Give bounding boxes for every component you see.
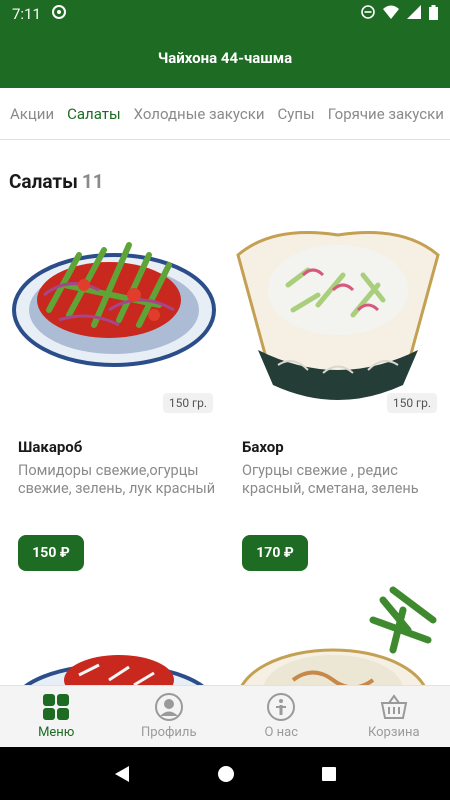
nav-cart-label: Корзина: [367, 725, 420, 740]
dnd-icon: [361, 5, 375, 23]
nav-menu-label: Меню: [38, 725, 75, 740]
system-navigation-bar: [0, 747, 450, 800]
info-icon: [267, 693, 296, 721]
product-weight: 150 гр.: [386, 393, 437, 413]
product-image[interactable]: [233, 580, 443, 685]
tab-salads[interactable]: Салаты: [67, 105, 121, 123]
product-image[interactable]: 150 гр.: [233, 215, 443, 415]
tab-cold-appetizers[interactable]: Холодные закуски: [134, 105, 265, 123]
nav-cart[interactable]: Корзина: [338, 686, 450, 747]
profile-icon: [154, 693, 183, 721]
cart-icon: [380, 694, 407, 719]
bottom-navigation: Меню Профиль О нас Корзина: [0, 685, 450, 747]
app-bar: Чайхона 44-чашма: [0, 28, 450, 88]
tab-promotions[interactable]: Акции: [10, 105, 54, 123]
nav-menu[interactable]: Меню: [0, 686, 113, 747]
page-title: Чайхона 44-чашма: [157, 49, 293, 67]
tab-soups[interactable]: Супы: [278, 105, 315, 123]
nav-profile-label: Профиль: [141, 725, 197, 740]
product-name: Бахор: [242, 438, 284, 456]
product-image[interactable]: 150 гр.: [9, 215, 219, 415]
section-count: 11: [81, 170, 104, 193]
product-card[interactable]: 150 гр. Бахор Огурцы свежие , редис крас…: [233, 215, 443, 585]
back-icon[interactable]: [113, 765, 131, 783]
product-description: Огурцы свежие , редис красный, сметана, …: [242, 462, 419, 497]
status-time: 7:11: [12, 5, 41, 23]
menu-list[interactable]: Салаты 11 150 гр. Шакароб Помидоры свежие…: [0, 140, 450, 685]
nav-about-label: О нас: [264, 725, 299, 740]
section-heading: Салаты 11: [9, 170, 104, 193]
home-icon[interactable]: [217, 765, 235, 783]
product-image[interactable]: [9, 585, 219, 685]
status-bar: 7:11: [0, 0, 450, 28]
signal-icon: [407, 5, 421, 23]
price-button[interactable]: 170 ₽: [242, 535, 308, 571]
tab-hot-appetizers[interactable]: Горячие закуски: [328, 105, 444, 123]
category-tabs: Акции Салаты Холодные закуски Супы Горяч…: [0, 88, 450, 140]
recents-icon[interactable]: [321, 766, 337, 782]
grid-icon: [43, 694, 70, 720]
notification-icon: [51, 4, 67, 24]
section-title: Салаты: [9, 170, 78, 193]
product-card[interactable]: 150 гр. Шакароб Помидоры свежие,огурцы с…: [9, 215, 219, 585]
product-name: Шакароб: [18, 438, 83, 456]
price-button[interactable]: 150 ₽: [18, 535, 84, 571]
product-description: Помидоры свежие,огурцы свежие, зелень, л…: [18, 462, 216, 497]
product-card[interactable]: [233, 580, 443, 685]
product-weight: 150 гр.: [162, 393, 213, 413]
wifi-icon: [383, 5, 399, 23]
product-card[interactable]: [9, 585, 219, 685]
nav-profile[interactable]: Профиль: [113, 686, 226, 747]
battery-icon: [429, 4, 438, 24]
nav-about[interactable]: О нас: [225, 686, 338, 747]
